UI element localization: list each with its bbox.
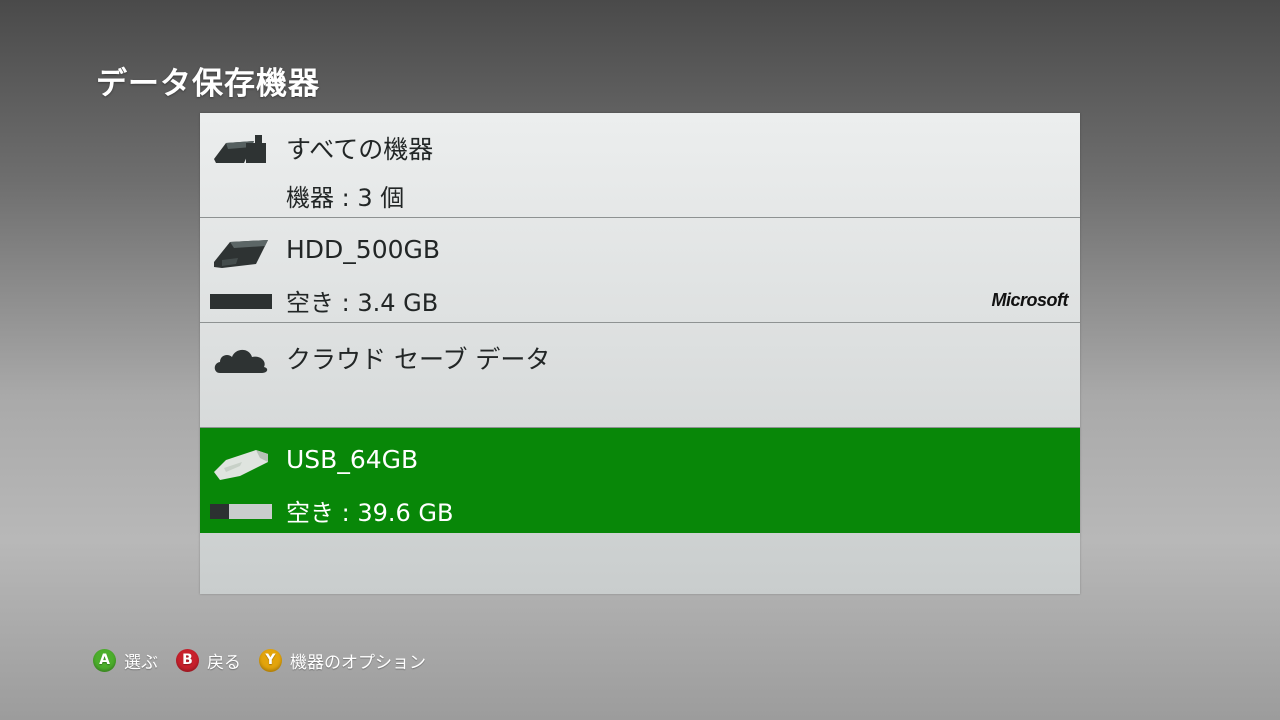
hint-label: 機器のオプション [290, 652, 426, 673]
device-list: すべての機器 機器 : 3 個 HDD_500GB 空き : 3.4 GB Mi… [200, 113, 1080, 594]
capacity-bar [210, 294, 272, 309]
page-title: データ保存機器 [96, 66, 320, 102]
all-devices-icon [214, 135, 266, 163]
capacity-bar [210, 504, 272, 519]
device-title: HDD_500GB [286, 235, 441, 264]
device-title: すべての機器 [286, 135, 434, 164]
device-free-space: 空き : 39.6 GB [286, 499, 454, 527]
microsoft-logo: Microsoft [991, 290, 1069, 310]
device-item-usb[interactable]: USB_64GB 空き : 39.6 GB [200, 428, 1080, 533]
y-button-icon: Y [259, 648, 282, 672]
b-button-icon: B [176, 648, 199, 672]
hint-label: 選ぶ [124, 652, 158, 673]
device-count: 機器 : 3 個 [286, 184, 405, 212]
capacity-used [210, 504, 229, 519]
device-title: クラウド セーブ データ [286, 345, 551, 374]
hint-device-options[interactable]: Y 機器のオプション [259, 648, 426, 673]
hint-label: 戻る [207, 652, 241, 673]
hint-back[interactable]: B 戻る [176, 648, 241, 673]
a-button-icon: A [93, 648, 116, 672]
device-item-all[interactable]: すべての機器 機器 : 3 個 [200, 113, 1080, 218]
hard-drive-icon [214, 240, 268, 268]
button-hints: A 選ぶ B 戻る Y 機器のオプション [93, 648, 444, 673]
device-free-space: 空き : 3.4 GB [286, 289, 439, 317]
capacity-used [210, 294, 272, 309]
hint-select[interactable]: A 選ぶ [93, 648, 158, 673]
device-title: USB_64GB [286, 445, 419, 474]
cloud-icon [214, 349, 268, 373]
device-item-hdd[interactable]: HDD_500GB 空き : 3.4 GB Microsoft [200, 218, 1080, 323]
usb-drive-icon [214, 450, 268, 480]
device-item-cloud[interactable]: クラウド セーブ データ [200, 323, 1080, 428]
